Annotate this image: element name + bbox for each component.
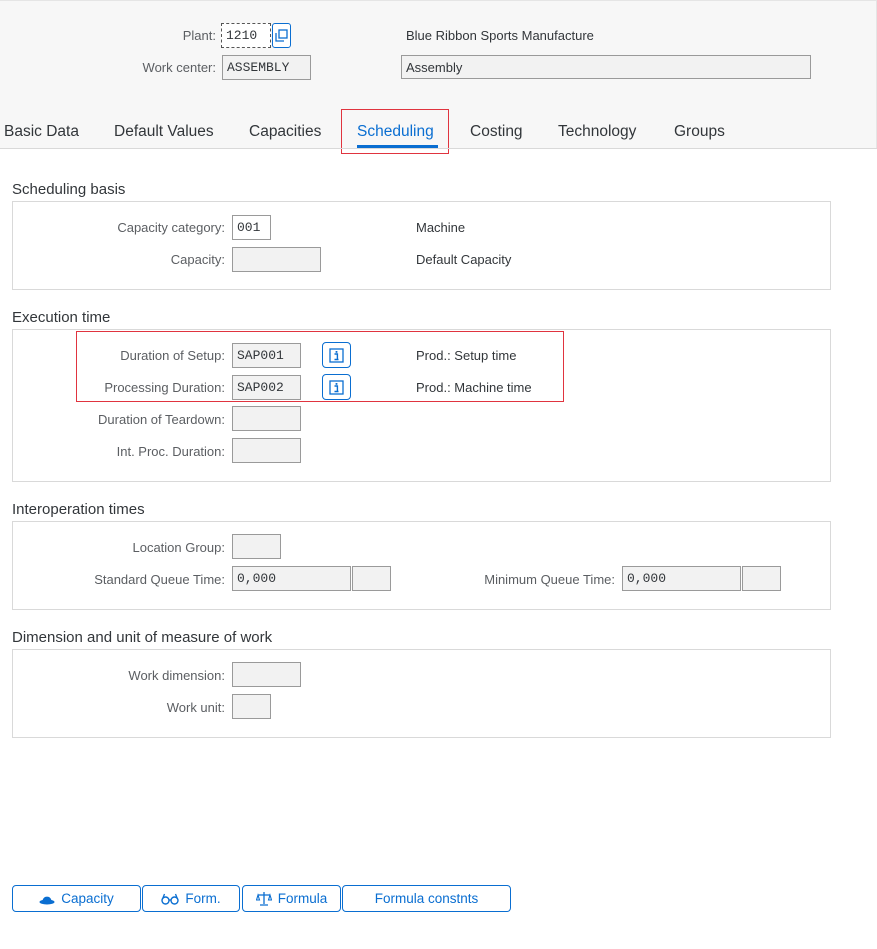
work-dimension-label: Work dimension: xyxy=(128,668,225,683)
formula-button-label: Formula xyxy=(277,891,328,906)
plant-description: Blue Ribbon Sports Manufacture xyxy=(406,28,594,43)
form-button[interactable]: Form. xyxy=(142,885,240,912)
section-title-execution-time: Execution time xyxy=(12,309,111,326)
tab-bar-divider xyxy=(0,148,877,149)
capacity-button-label: Capacity xyxy=(61,891,114,906)
tab-costing[interactable]: Costing xyxy=(470,123,523,141)
hat-icon xyxy=(39,896,55,904)
formula-button[interactable]: Formula xyxy=(242,885,341,912)
section-title-interoperation-times: Interoperation times xyxy=(12,501,145,518)
capacity-description: Default Capacity xyxy=(416,252,512,267)
formula-constants-button[interactable]: Formula constnts xyxy=(342,885,511,912)
location-group-label: Location Group: xyxy=(132,540,225,555)
scales-icon xyxy=(255,892,272,906)
formula-constants-button-label: Formula constnts xyxy=(374,891,479,906)
capacity-field[interactable] xyxy=(232,247,321,272)
form-button-label: Form. xyxy=(185,891,221,906)
minimum-queue-time-unit-field[interactable] xyxy=(742,566,781,591)
duration-of-teardown-label: Duration of Teardown: xyxy=(98,412,225,427)
highlight-box-duration-fields xyxy=(76,331,564,402)
section-title-scheduling-basis: Scheduling basis xyxy=(12,181,126,198)
workcenter-label: Work center: xyxy=(142,60,216,75)
plant-label: Plant: xyxy=(182,28,216,43)
minimum-queue-time-label: Minimum Queue Time: xyxy=(484,572,615,587)
tab-capacities[interactable]: Capacities xyxy=(249,123,321,141)
work-unit-field[interactable] xyxy=(232,694,271,719)
panel-dimension-unit xyxy=(12,649,831,738)
tab-basic-data[interactable]: Basic Data xyxy=(4,123,79,141)
standard-queue-time-label: Standard Queue Time: xyxy=(94,572,225,587)
tab-default-values[interactable]: Default Values xyxy=(114,123,214,141)
capacity-category-field[interactable]: 001 xyxy=(232,215,271,240)
panel-scheduling-basis xyxy=(12,201,831,290)
work-dimension-field[interactable] xyxy=(232,662,301,687)
plant-value-help-icon[interactable] xyxy=(272,23,291,48)
capacity-button[interactable]: Capacity xyxy=(12,885,141,912)
capacity-category-description: Machine xyxy=(416,220,466,235)
workcenter-description-field: Assembly xyxy=(401,55,811,79)
workcenter-field[interactable]: ASSEMBLY xyxy=(222,55,311,80)
section-title-dimension-unit: Dimension and unit of measure of work xyxy=(12,629,273,646)
int-proc-duration-label: Int. Proc. Duration: xyxy=(116,444,225,459)
plant-field[interactable]: 1210 xyxy=(221,23,271,48)
work-unit-label: Work unit: xyxy=(166,700,225,715)
capacity-category-label: Capacity category: xyxy=(117,220,225,235)
int-proc-duration-field[interactable] xyxy=(232,438,301,463)
tab-groups[interactable]: Groups xyxy=(674,123,725,141)
standard-queue-time-unit-field[interactable] xyxy=(352,566,391,591)
location-group-field[interactable] xyxy=(232,534,281,559)
duration-of-teardown-field[interactable] xyxy=(232,406,301,431)
standard-queue-time-field[interactable]: 0,000 xyxy=(232,566,351,591)
minimum-queue-time-field[interactable]: 0,000 xyxy=(622,566,741,591)
capacity-label: Capacity: xyxy=(170,252,225,267)
glasses-icon xyxy=(161,893,180,905)
tab-technology[interactable]: Technology xyxy=(558,123,636,141)
